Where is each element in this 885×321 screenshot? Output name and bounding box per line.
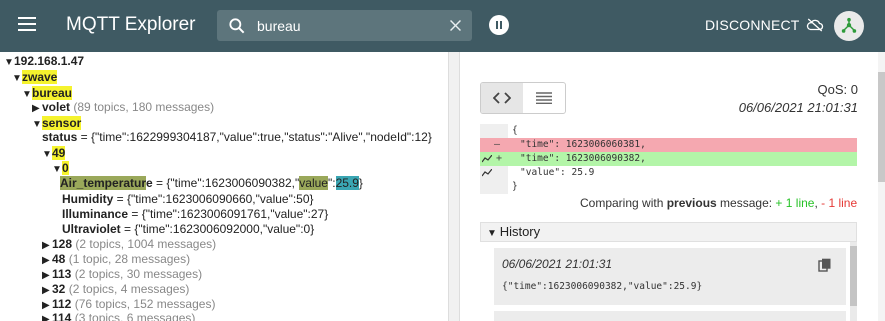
tree-node-zwave[interactable]: ▼zwave (12, 70, 58, 86)
search-input[interactable] (257, 15, 447, 36)
tree-node-113[interactable]: ▶ 113 (2 topics, 30 messages) (42, 267, 202, 283)
tree-node-128[interactable]: ▶ 128 (2 topics, 1004 messages) (42, 237, 216, 253)
diff-line: } (480, 180, 857, 194)
expanded-arrow-icon: ▼ (22, 89, 32, 100)
history-scrollbar[interactable] (850, 242, 857, 321)
tree-node-root[interactable]: ▼192.168.1.47 (4, 54, 84, 70)
tree-node-humidity[interactable]: Humidity = {"time":1623006090660,"value"… (62, 192, 314, 206)
copy-icon[interactable] (818, 258, 832, 272)
history-entry[interactable]: 06/06/2021 21:01:31 {"time":162300609038… (494, 248, 846, 305)
diff-line: "value": 25.9 (480, 166, 857, 180)
tree-node-air-temperature[interactable]: Air_temperature = {"time":1623006090382,… (60, 176, 363, 190)
topic-tree: ▼192.168.1.47 ▼zwave ▼bureau ▶ volet (89 … (0, 52, 448, 321)
raw-view-button[interactable] (523, 83, 565, 113)
tree-node-48[interactable]: ▶ 48 (1 topic, 28 messages) (42, 252, 190, 268)
history-entry-payload: {"time":1623006090382,"value":25.9} (502, 281, 703, 292)
search-icon (229, 18, 245, 34)
expanded-arrow-icon: ▼ (12, 73, 22, 84)
tree-node-illuminance[interactable]: Illuminance = {"time":1623006091761,"val… (62, 207, 328, 221)
tree-node-49[interactable]: ▼49 (42, 146, 66, 162)
disconnect-label: DISCONNECT (705, 17, 800, 33)
plus-icon: + (496, 153, 503, 164)
expanded-arrow-icon: ▼ (52, 164, 62, 175)
cloud-off-icon (806, 18, 823, 32)
search-box (217, 10, 472, 41)
disconnect-button[interactable]: DISCONNECT (705, 17, 824, 33)
qos-label: QoS: 0 (817, 82, 858, 97)
details-panel: QoS: 0 06/06/2021 21:01:31 { – "time": 1… (460, 52, 885, 321)
compare-summary: Comparing with previous message: + 1 lin… (580, 196, 858, 210)
collapsed-arrow-icon: ▶ (42, 314, 50, 321)
tree-node-status[interactable]: status = {"time":1622999304187,"value":t… (42, 130, 432, 144)
diff-view: { – "time": 1623006060381, + "time": 162… (480, 124, 857, 194)
panel-scrollbar[interactable] (878, 52, 885, 321)
tree-node-114[interactable]: ▶ 114 (3 topics, 6 messages) (42, 311, 195, 321)
code-icon (493, 92, 511, 104)
chart-line-icon (482, 155, 492, 163)
collapsed-arrow-icon: ▶ (42, 270, 50, 281)
pause-button[interactable] (489, 15, 509, 35)
diff-line-removed: – "time": 1623006060381, (480, 138, 857, 152)
minus-icon: – (494, 139, 501, 150)
list-icon (536, 92, 552, 104)
history-entry[interactable] (494, 311, 846, 321)
chart-line-icon (482, 169, 492, 177)
history-toggle[interactable]: ▼ History (480, 222, 857, 242)
tree-node-32[interactable]: ▶ 32 (2 topics, 4 messages) (42, 282, 189, 298)
collapsed-arrow-icon: ▶ (42, 255, 50, 266)
tree-node-0[interactable]: ▼0 (52, 161, 69, 177)
expanded-arrow-icon: ▼ (42, 149, 52, 160)
code-view-button[interactable] (481, 83, 523, 113)
avatar[interactable] (834, 11, 864, 41)
message-timestamp: 06/06/2021 21:01:31 (738, 100, 858, 115)
network-icon (841, 17, 857, 33)
diff-line-added: + "time": 1623006090382, (480, 152, 857, 166)
collapsed-arrow-icon: ▶ (32, 103, 40, 114)
menu-icon[interactable] (18, 17, 36, 31)
collapsed-arrow-icon: ▶ (42, 285, 50, 296)
tree-node-ultraviolet[interactable]: Ultraviolet = {"time":1623006092000,"val… (62, 222, 314, 236)
expanded-arrow-icon: ▼ (487, 228, 500, 239)
app-bar: MQTT Explorer DISCONNECT (0, 0, 885, 52)
split-divider[interactable] (448, 52, 460, 321)
collapsed-arrow-icon: ▶ (42, 240, 50, 251)
expanded-arrow-icon: ▼ (4, 57, 14, 68)
tree-node-volet[interactable]: ▶ volet (89 topics, 180 messages) (32, 100, 214, 116)
history-entry-time: 06/06/2021 21:01:31 (502, 257, 613, 271)
clear-icon[interactable] (447, 17, 464, 34)
view-toggle (480, 82, 566, 114)
diff-line: { (480, 124, 857, 138)
app-title: MQTT Explorer (66, 14, 196, 35)
expanded-arrow-icon: ▼ (32, 119, 42, 130)
